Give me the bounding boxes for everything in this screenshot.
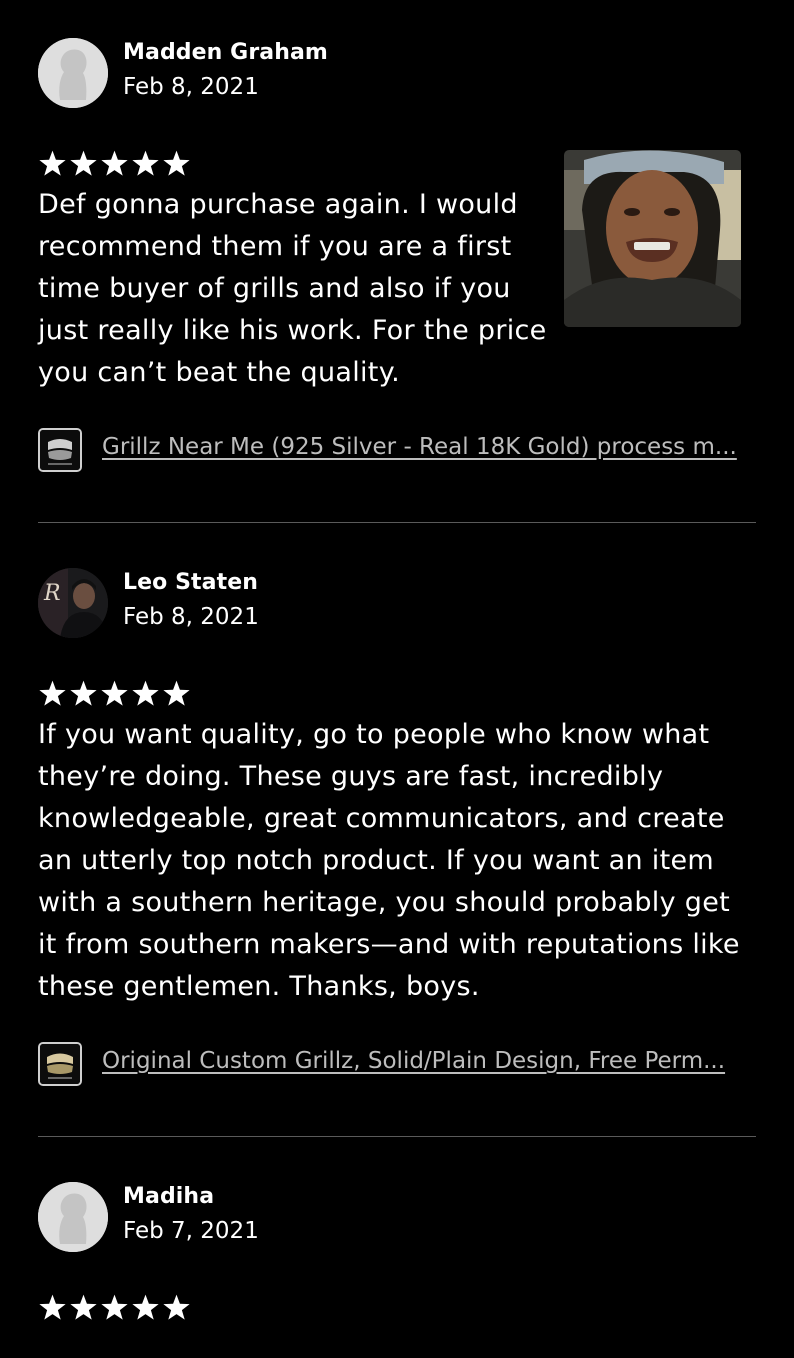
star-icon — [70, 150, 97, 176]
star-icon — [70, 680, 97, 706]
star-icon — [163, 1294, 190, 1320]
star-rating — [38, 680, 191, 707]
star-rating — [38, 1294, 191, 1321]
reviewer-name[interactable]: Leo Staten — [123, 570, 258, 595]
review-card: R Leo Staten Feb 8, 2021 If you want qua… — [38, 568, 756, 1102]
grill-product-thumbnail — [38, 428, 82, 472]
star-icon — [101, 150, 128, 176]
review-date: Feb 8, 2021 — [123, 604, 259, 630]
star-icon — [39, 680, 66, 706]
star-icon — [163, 150, 190, 176]
person-silhouette-icon — [38, 38, 108, 108]
star-icon — [101, 1294, 128, 1320]
reviewer-name[interactable]: Madiha — [123, 1184, 214, 1209]
review-text: Def gonna purchase again. I would recomm… — [38, 189, 547, 388]
review-date: Feb 8, 2021 — [123, 74, 259, 100]
item-link-text[interactable]: Grillz Near Me (925 Silver - Real 18K Go… — [102, 434, 752, 460]
star-icon — [132, 1294, 159, 1320]
review-text: If you want quality, go to people who kn… — [38, 719, 740, 1002]
reviewer-name[interactable]: Madden Graham — [123, 40, 328, 65]
person-silhouette-icon — [38, 1182, 108, 1252]
grill-product-thumbnail — [38, 1042, 82, 1086]
item-link-text[interactable]: Original Custom Grillz, Solid/Plain Desi… — [102, 1048, 754, 1074]
review-date: Feb 7, 2021 — [123, 1218, 259, 1244]
avatar[interactable]: R — [38, 568, 108, 638]
reviewer-info: Madden Graham Feb 8, 2021 — [38, 38, 638, 108]
avatar[interactable] — [38, 38, 108, 108]
star-icon — [70, 1294, 97, 1320]
svg-text:R: R — [43, 581, 61, 606]
star-icon — [163, 680, 190, 706]
item-link[interactable]: Grillz Near Me (925 Silver - Real 18K Go… — [38, 428, 756, 476]
review-card: Madiha Feb 7, 2021 — [38, 1182, 756, 1332]
review-photo[interactable] — [564, 150, 741, 327]
reviewer-info: Madiha Feb 7, 2021 — [38, 1182, 638, 1252]
star-icon — [39, 1294, 66, 1320]
reviewer-info: R Leo Staten Feb 8, 2021 — [38, 568, 638, 638]
item-link[interactable]: Original Custom Grillz, Solid/Plain Desi… — [38, 1042, 756, 1090]
divider — [38, 522, 756, 523]
star-icon — [132, 150, 159, 176]
avatar[interactable] — [38, 1182, 108, 1252]
star-rating — [38, 150, 191, 177]
star-icon — [132, 680, 159, 706]
reviewer-photo-avatar: R — [38, 568, 108, 638]
star-icon — [101, 680, 128, 706]
review-card: Madden Graham Feb 8, 2021 Def gonna purc… — [38, 38, 756, 488]
divider — [38, 1136, 756, 1137]
star-icon — [39, 150, 66, 176]
